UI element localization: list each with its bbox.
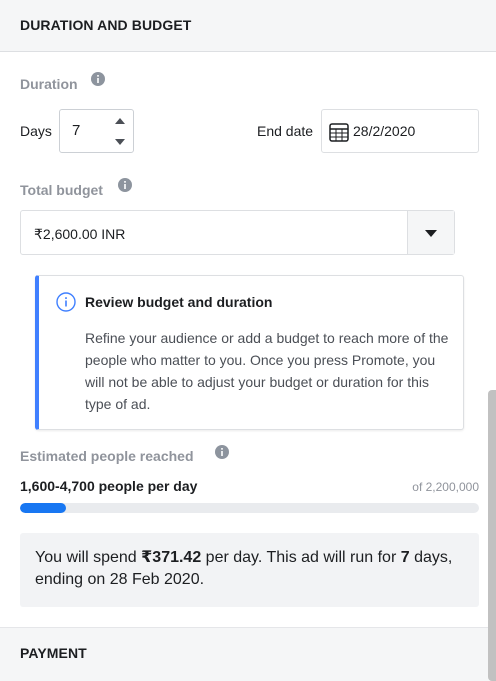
budget-dropdown-button[interactable]: [407, 211, 454, 254]
total-budget-label: Total budget: [20, 182, 103, 198]
estimated-reach-label: Estimated people reached: [20, 448, 194, 464]
info-icon[interactable]: [91, 72, 105, 86]
review-budget-notice: Review budget and duration Refine your a…: [35, 275, 464, 430]
spend-prefix: You will spend: [35, 549, 142, 566]
spend-summary-text: You will spend ₹371.42 per day. This ad …: [35, 547, 465, 591]
reach-value: 1,600-4,700 people per day: [20, 478, 198, 494]
stepper-arrows: [107, 110, 133, 152]
reach-progress-fill: [20, 503, 66, 513]
end-date-field[interactable]: 28/2/2020: [321, 109, 479, 153]
spend-summary: You will spend ₹371.42 per day. This ad …: [20, 533, 479, 607]
days-stepper[interactable]: 7: [59, 109, 134, 153]
info-circle-icon: [56, 292, 76, 317]
info-icon[interactable]: [118, 178, 132, 192]
notice-title: Review budget and duration: [85, 294, 273, 310]
caret-down-icon: [425, 224, 437, 242]
section-title: PAYMENT: [20, 645, 87, 661]
scrollbar[interactable]: [488, 390, 496, 681]
end-date-label: End date: [257, 123, 314, 139]
info-icon[interactable]: [215, 445, 229, 459]
reach-total: of 2,200,000: [412, 480, 479, 494]
budget-select[interactable]: ₹2,600.00 INR: [20, 210, 455, 255]
days-value[interactable]: 7: [72, 122, 80, 139]
section-header-duration-budget: DURATION AND BUDGET: [0, 0, 496, 52]
days-label: Days: [20, 123, 52, 139]
budget-value[interactable]: ₹2,600.00 INR: [34, 226, 125, 243]
increment-icon[interactable]: [107, 110, 133, 131]
duration-label: Duration: [20, 76, 78, 92]
decrement-icon[interactable]: [107, 131, 133, 152]
end-date-value[interactable]: 28/2/2020: [353, 123, 415, 139]
section-title: DURATION AND BUDGET: [20, 17, 192, 33]
section-header-payment: PAYMENT: [0, 627, 496, 681]
reach-progress-bar: [20, 503, 479, 513]
spend-middle: per day. This ad will run for: [201, 549, 401, 566]
spend-amount: ₹371.42: [141, 549, 202, 566]
spend-days: 7: [400, 549, 410, 566]
calendar-icon[interactable]: [329, 122, 349, 147]
notice-body: Refine your audience or add a budget to …: [85, 330, 449, 412]
